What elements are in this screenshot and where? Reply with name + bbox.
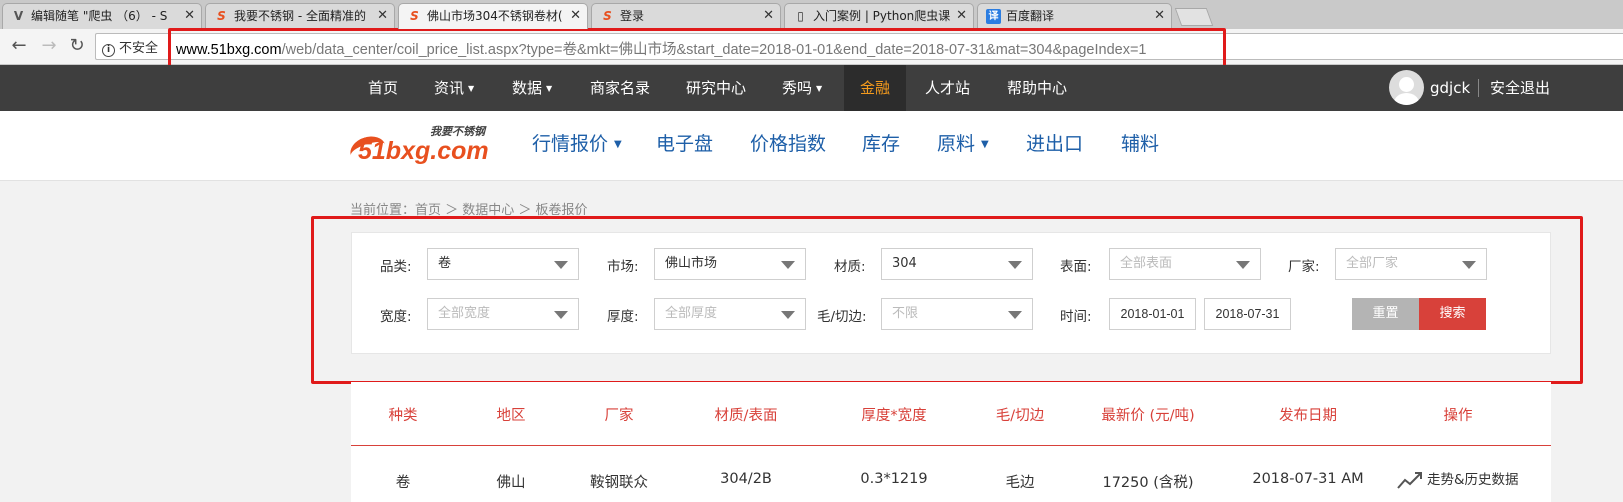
51bxg-favicon: S [603, 9, 612, 23]
caret-down-icon: ▼ [614, 139, 622, 150]
site-header: 我要不锈钢 51bxg.com 行情报价 ▼ 电子盘 价格指数 库存 原料 ▼ 进出… [0, 111, 1623, 181]
topnav-item-news[interactable]: 资讯 ▼ [434, 65, 474, 111]
mainnav-item-inventory[interactable]: 库存 [862, 129, 900, 156]
browser-tab[interactable]: 译 百度翻译 ✕ [977, 3, 1172, 29]
caret-down-icon: ▼ [546, 83, 553, 93]
info-icon: i [102, 44, 115, 57]
close-tab-icon[interactable]: ✕ [184, 4, 195, 28]
topnav-item-finance[interactable]: 金融 [844, 65, 907, 111]
security-indicator[interactable]: i 不安全 [102, 37, 158, 57]
cell-material-surface: 304/2B [720, 471, 772, 487]
logo-brand: 51bxg.com [358, 137, 489, 165]
close-tab-icon[interactable]: ✕ [763, 4, 774, 28]
new-tab-button[interactable] [1174, 8, 1214, 26]
mainnav-item-accessories[interactable]: 辅料 [1121, 129, 1159, 156]
topnav-label: 数据 [512, 79, 543, 97]
close-tab-icon[interactable]: ✕ [956, 4, 967, 28]
trend-history-label: 走势&历史数据 [1427, 472, 1519, 488]
column-header-publish-date: 发布日期 [1279, 408, 1337, 424]
column-header-latest-price: 最新价 (元/吨) [1101, 408, 1195, 424]
column-header-type: 种类 [388, 408, 418, 424]
caret-down-icon: ▼ [981, 139, 989, 150]
browser-tab[interactable]: S 我要不锈钢 - 全面精准的 ✕ [205, 3, 395, 29]
security-label: 不安全 [119, 41, 159, 56]
topnav-item-talent[interactable]: 人才站 [925, 65, 970, 111]
nav-divider [1478, 79, 1479, 97]
highlight-box-filters [311, 216, 1583, 384]
table-header: 种类 地区 厂家 材质/表面 厚度*宽度 毛/切边 最新价 (元/吨) 发布日期… [351, 382, 1551, 446]
browser-tab[interactable]: ▯ 入门案例 | Python爬虫课 ✕ [784, 3, 974, 29]
mainnav-item-e-trading[interactable]: 电子盘 [656, 129, 713, 156]
close-tab-icon[interactable]: ✕ [570, 4, 581, 28]
reload-icon[interactable]: ↻ [66, 35, 88, 57]
username-link[interactable]: gdjck [1430, 65, 1470, 111]
back-arrow-icon[interactable]: ← [8, 35, 30, 57]
topnav-label: 资讯 [434, 79, 465, 97]
mainnav-item-quotes[interactable]: 行情报价 ▼ [532, 129, 622, 156]
column-header-region: 地区 [496, 408, 526, 424]
topnav-label: 秀吗 [782, 79, 813, 97]
tab-title: 编辑随笔 "爬虫 （6） - S [31, 9, 168, 23]
column-header-material-surface: 材质/表面 [714, 408, 778, 424]
cell-latest-price: 17250 (含税) [1102, 475, 1194, 491]
mainnav-item-import-export[interactable]: 进出口 [1026, 129, 1083, 156]
tab-title: 百度翻译 [1006, 9, 1055, 23]
price-table: 种类 地区 厂家 材质/表面 厚度*宽度 毛/切边 最新价 (元/吨) 发布日期… [351, 382, 1551, 502]
cell-edge: 毛边 [1005, 475, 1035, 491]
close-tab-icon[interactable]: ✕ [377, 4, 388, 28]
mainnav-label: 行情报价 [532, 133, 609, 155]
book-icon: ▯ [797, 9, 804, 23]
topnav-item-directory[interactable]: 商家名录 [590, 65, 650, 111]
caret-down-icon: ▼ [816, 83, 823, 93]
topnav-item-data[interactable]: 数据 ▼ [512, 65, 552, 111]
column-header-manufacturer: 厂家 [604, 408, 634, 424]
cell-publish-date: 2018-07-31 AM [1252, 471, 1364, 487]
caret-down-icon: ▼ [468, 83, 475, 93]
top-nav-bar: 首页 资讯 ▼ 数据 ▼ 商家名录 研究中心 秀吗 ▼ 金融 人才站 帮助中心 gdj… [0, 65, 1623, 111]
mainnav-item-raw-materials[interactable]: 原料 ▼ [937, 129, 989, 156]
topnav-item-help[interactable]: 帮助中心 [1007, 65, 1067, 111]
tab-title: 我要不锈钢 - 全面精准的 [234, 9, 366, 23]
mainnav-item-price-index[interactable]: 价格指数 [750, 129, 826, 156]
column-header-actions: 操作 [1443, 408, 1473, 424]
browser-tab[interactable]: V 编辑随笔 "爬虫 （6） - S ✕ [2, 3, 202, 29]
close-tab-icon[interactable]: ✕ [1154, 4, 1165, 28]
browser-tab-active[interactable]: S 佛山市场304不锈钢卷材( ✕ [398, 3, 588, 29]
topnav-item-research[interactable]: 研究中心 [686, 65, 746, 111]
tab-title: 入门案例 | Python爬虫课 [813, 9, 951, 23]
logout-link[interactable]: 安全退出 [1490, 65, 1550, 111]
topnav-item-home[interactable]: 首页 [368, 65, 398, 111]
51bxg-favicon: S [410, 9, 419, 23]
cell-thickness-width: 0.3*1219 [860, 471, 928, 487]
user-avatar[interactable] [1389, 70, 1424, 105]
trend-chart-icon [1397, 472, 1422, 489]
topnav-item-show[interactable]: 秀吗 ▼ [782, 65, 822, 111]
cell-region: 佛山 [496, 475, 526, 491]
browser-tab[interactable]: S 登录 ✕ [591, 3, 781, 29]
browser-tab-strip: V 编辑随笔 "爬虫 （6） - S ✕ S 我要不锈钢 - 全面精准的 ✕ S… [0, 0, 1623, 29]
mainnav-label: 原料 [937, 133, 976, 155]
trend-history-link[interactable]: 走势&历史数据 [1397, 468, 1519, 490]
baidu-translate-icon: 译 [986, 9, 1001, 24]
forward-arrow-icon[interactable]: → [38, 35, 60, 57]
site-logo[interactable]: 我要不锈钢 51bxg.com [346, 121, 495, 173]
51bxg-favicon: S [217, 9, 226, 23]
column-header-thickness-width: 厚度*宽度 [861, 408, 927, 424]
blog-edit-icon: V [13, 9, 24, 23]
cell-type: 卷 [395, 475, 411, 491]
tab-title: 佛山市场304不锈钢卷材( [427, 9, 563, 23]
column-header-edge: 毛/切边 [995, 408, 1045, 424]
tab-title: 登录 [620, 9, 645, 23]
cell-manufacturer: 鞍钢联众 [590, 475, 648, 491]
